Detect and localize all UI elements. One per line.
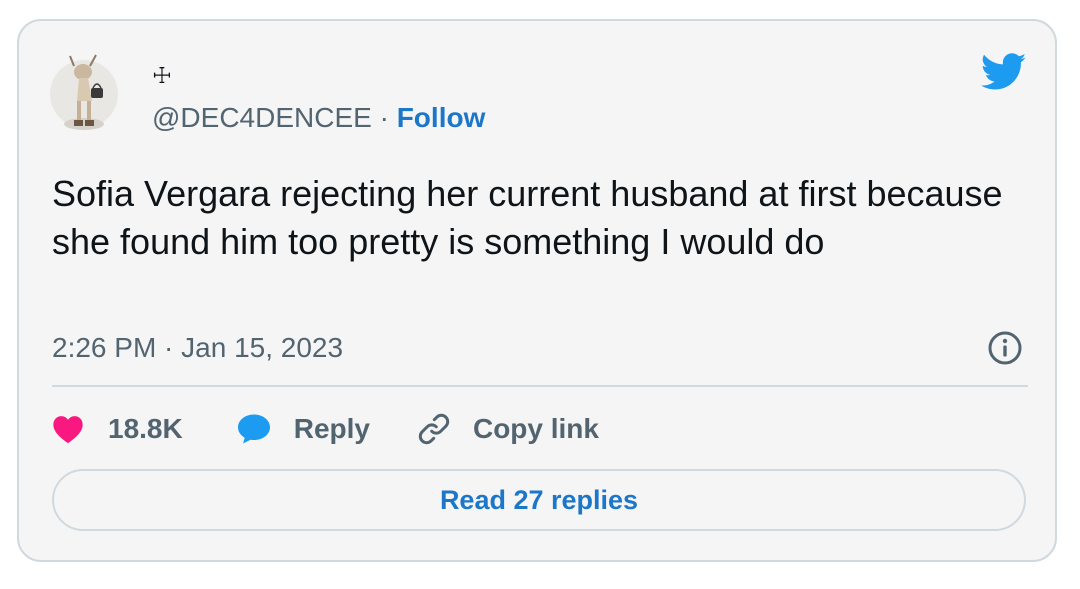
heart-icon (53, 416, 83, 444)
copy-link-label: Copy link (472, 413, 599, 444)
like-count: 18.8K (108, 413, 183, 444)
handle-separator: · (371, 102, 397, 133)
avatar[interactable] (50, 46, 118, 142)
info-icon[interactable] (987, 330, 1023, 366)
read-replies-button[interactable]: Read 27 replies (52, 469, 1026, 531)
user-handle[interactable]: @DEC4DENCEE (152, 102, 372, 133)
link-icon (418, 413, 450, 445)
copy-link-button[interactable]: Copy link (416, 411, 599, 447)
speech-bubble-icon (237, 414, 270, 444)
like-button[interactable]: 18.8K (52, 413, 183, 445)
tweet-timestamp[interactable]: 2:26 PM · Jan 15, 2023 (52, 331, 343, 365)
divider (52, 385, 1028, 387)
display-name[interactable]: ☩ (152, 65, 172, 87)
tweet-card: ☩ @DEC4DENCEE · Follow Sofia Vergara rej… (17, 19, 1057, 562)
handle-row: @DEC4DENCEE · Follow (152, 101, 485, 135)
tweet-text: Sofia Vergara rejecting her current husb… (52, 173, 1003, 262)
follow-button[interactable]: Follow (397, 102, 486, 133)
deer-avatar-image (50, 54, 118, 130)
reply-label: Reply (293, 413, 370, 444)
reply-button[interactable]: Reply (236, 413, 370, 445)
action-bar: 18.8K Reply Copy link (52, 409, 599, 449)
twitter-bird-icon[interactable] (981, 53, 1027, 91)
